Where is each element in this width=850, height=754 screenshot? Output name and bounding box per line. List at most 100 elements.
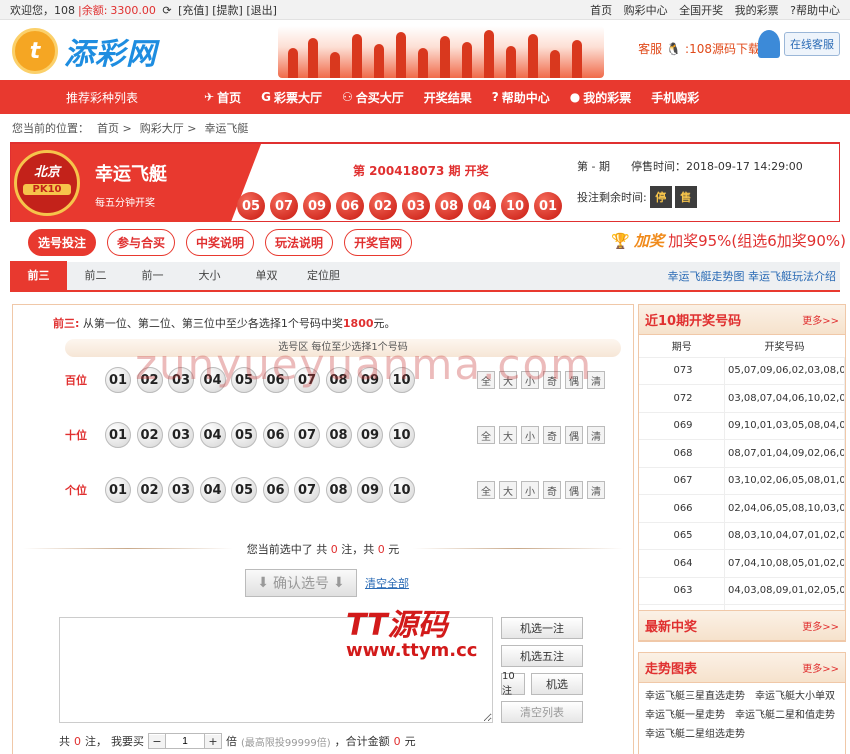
quick-op-button[interactable]: 奇: [543, 426, 561, 444]
top-link-home[interactable]: 首页: [590, 4, 612, 17]
number-ball[interactable]: 08: [325, 477, 352, 503]
tab-select-bet[interactable]: 选号投注: [28, 228, 97, 256]
number-ball[interactable]: 07: [294, 422, 320, 448]
top-link-buy-center[interactable]: 购彩中心: [624, 4, 668, 17]
nav-lottery-hall[interactable]: G 彩票大厅: [261, 89, 322, 106]
top-link-my-lottery[interactable]: 我的彩票: [735, 4, 779, 17]
number-ball[interactable]: 06: [262, 477, 289, 503]
latest-win-more-link[interactable]: 更多>>: [802, 618, 839, 633]
trend-link[interactable]: 幸运飞艇二星和值走势: [735, 706, 835, 721]
nav-recommended-list[interactable]: 推荐彩种列表: [0, 89, 204, 106]
arrow-down-icon: ⬇: [333, 575, 345, 591]
refresh-icon[interactable]: ⟳: [162, 4, 171, 17]
tab-official-site[interactable]: 开奖官网: [344, 228, 413, 256]
nav-group-buy[interactable]: ⚇ 合买大厅: [342, 89, 404, 106]
play-links[interactable]: 幸运飞艇走势图 幸运飞艇玩法介绍: [668, 268, 837, 284]
sum-label: ，合计金额: [334, 735, 390, 748]
number-ball[interactable]: 04: [199, 477, 226, 503]
withdraw-link[interactable]: [提款]: [212, 4, 243, 17]
number-ball[interactable]: 02: [136, 477, 163, 503]
nav-home[interactable]: ✈ 首页: [204, 89, 241, 106]
logout-link[interactable]: [退出]: [246, 4, 277, 17]
quick-op-button[interactable]: 大: [499, 481, 517, 499]
breadcrumb-hall[interactable]: 购彩大厅 >: [140, 120, 197, 136]
nav-help[interactable]: ? 帮助中心: [492, 89, 550, 106]
plus-button[interactable]: +: [205, 734, 221, 748]
number-ball[interactable]: 05: [231, 422, 257, 448]
quick-op-button[interactable]: 偶: [565, 481, 583, 499]
recharge-link[interactable]: [充值]: [178, 4, 209, 17]
quick-op-button[interactable]: 偶: [565, 426, 583, 444]
history-row: 06304,03,08,09,01,02,05,06,07,10: [639, 577, 845, 605]
top-link-help[interactable]: ?帮助中心: [790, 4, 840, 17]
history-issue: 065: [639, 522, 725, 550]
tab-group-buy[interactable]: 参与合买: [107, 228, 176, 256]
logo-text: 添彩网: [64, 37, 157, 72]
history-more-link[interactable]: 更多>>: [802, 312, 839, 327]
nav-results[interactable]: 开奖结果: [424, 89, 472, 106]
quick-op-button[interactable]: 奇: [543, 481, 561, 499]
trend-link[interactable]: 幸运飞艇二星组选走势: [645, 725, 745, 740]
online-service-button[interactable]: 在线客服: [784, 32, 840, 56]
number-ball[interactable]: 06: [262, 422, 289, 448]
play-tab-front3[interactable]: 前三: [10, 261, 67, 291]
bet-summary: 共 0 注， 我要买 − + 倍 (最高限投99999倍) ，合计金额 0 元: [59, 733, 416, 749]
trend-link[interactable]: 幸运飞艇一星走势: [645, 706, 725, 721]
number-ball[interactable]: 09: [357, 422, 383, 448]
random-button[interactable]: 机选: [531, 673, 583, 695]
online-service[interactable]: 在线客服: [758, 30, 840, 58]
play-tab-front1[interactable]: 前一: [124, 261, 181, 291]
trend-link[interactable]: 幸运飞艇大小单双: [755, 687, 835, 702]
nav-home-label: 首页: [217, 90, 242, 105]
service-label: 客服: [638, 42, 663, 56]
number-ball[interactable]: 08: [325, 422, 352, 448]
number-ball[interactable]: 01: [105, 477, 131, 503]
number-ball[interactable]: 10: [388, 477, 415, 503]
breadcrumb-home[interactable]: 首页 >: [97, 120, 132, 136]
site-logo[interactable]: t 添彩网: [12, 28, 157, 74]
quick-op-button[interactable]: 全: [477, 426, 495, 444]
history-numbers: 09,10,01,03,05,08,04,07,02,06: [724, 412, 845, 440]
number-ball[interactable]: 03: [168, 477, 194, 503]
customer-service[interactable]: 客服 🐧 :108源码下载: [638, 40, 760, 57]
number-ball[interactable]: 03: [168, 422, 194, 448]
lottery-banner: 北京 PK10 幸运飞艇 每五分钟开奖 第 200418073 期 开奖 05 …: [10, 142, 840, 222]
trend-link[interactable]: 幸运飞艇三星直选走势: [645, 687, 745, 702]
number-ball[interactable]: 10: [388, 422, 415, 448]
number-ball[interactable]: 07: [294, 477, 320, 503]
random-count-field[interactable]: 10注: [501, 671, 525, 697]
play-tab-odd-even[interactable]: 单双: [238, 261, 295, 291]
random-one-button[interactable]: 机选一注: [501, 617, 583, 639]
quick-op-button[interactable]: 清: [587, 481, 605, 499]
tab-rules[interactable]: 玩法说明: [265, 228, 334, 256]
confirm-selection-button[interactable]: ⬇ 确认选号 ⬇: [245, 569, 357, 597]
quick-op-button[interactable]: 清: [587, 426, 605, 444]
number-ball[interactable]: 01: [105, 367, 131, 393]
tab-prize-info[interactable]: 中奖说明: [186, 228, 255, 256]
play-tab-front2[interactable]: 前二: [67, 261, 124, 291]
play-tab-size[interactable]: 大小: [181, 261, 238, 291]
number-ball[interactable]: 01: [105, 422, 131, 448]
clear-all-link[interactable]: 清空全部: [365, 575, 409, 591]
multiple-input[interactable]: [165, 734, 205, 748]
trend-header: 走势图表 更多>>: [639, 653, 845, 683]
number-ball[interactable]: 09: [357, 477, 383, 503]
random-five-button[interactable]: 机选五注: [501, 645, 583, 667]
play-tab-position[interactable]: 定位胆: [295, 261, 352, 291]
number-ball[interactable]: 02: [136, 422, 163, 448]
draw-ball: 09: [303, 192, 331, 220]
top-link-national-draw[interactable]: 全国开奖: [679, 4, 723, 17]
clear-list-button[interactable]: 清空列表: [501, 701, 583, 723]
quick-op-button[interactable]: 大: [499, 426, 517, 444]
trend-more-link[interactable]: 更多>>: [802, 660, 839, 675]
quick-op-button[interactable]: 全: [477, 481, 495, 499]
quick-op-button[interactable]: 小: [521, 481, 539, 499]
quick-op-button[interactable]: 小: [521, 426, 539, 444]
nav-mobile[interactable]: 手机购彩: [651, 89, 699, 106]
number-ball[interactable]: 05: [231, 477, 257, 503]
nav-my-lottery[interactable]: ● 我的彩票: [570, 89, 632, 106]
position-label: 百位: [65, 374, 87, 387]
number-ball[interactable]: 04: [199, 422, 226, 448]
minus-button[interactable]: −: [149, 734, 165, 748]
latest-win-header: 最新中奖 更多>>: [639, 611, 845, 641]
